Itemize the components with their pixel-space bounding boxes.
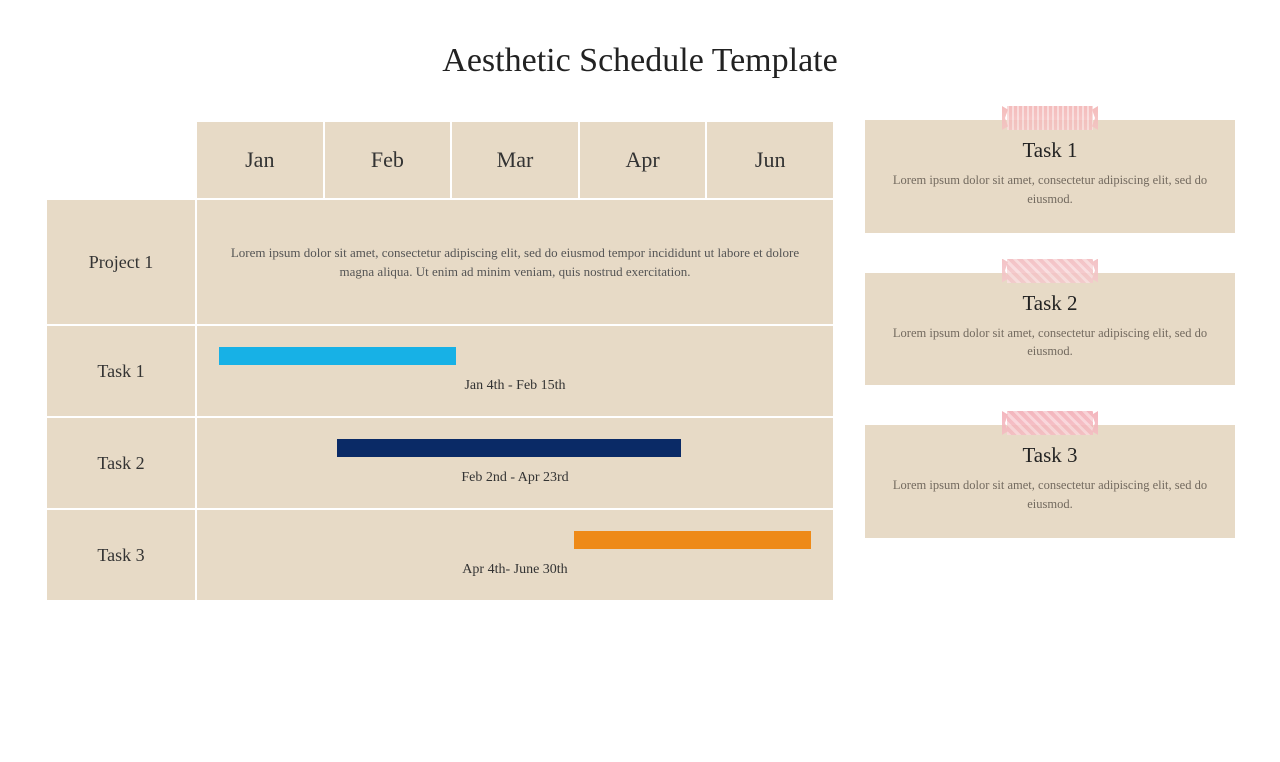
task-1-range: Jan 4th - Feb 15th: [464, 375, 565, 396]
card-task-1: Task 1 Lorem ipsum dolor sit amet, conse…: [865, 120, 1235, 233]
page-title: Aesthetic Schedule Template: [0, 42, 1280, 80]
card-1-title: Task 1: [889, 138, 1211, 163]
task-3-bar: [574, 531, 811, 549]
row-task-3: Task 3 Apr 4th- June 30th: [46, 509, 834, 601]
header-blank: [46, 121, 196, 199]
card-3-title: Task 3: [889, 443, 1211, 468]
layout: Jan Feb Mar Apr Jun Project 1 Lorem ipsu…: [0, 80, 1280, 602]
task-3-barwrap: Apr 4th- June 30th: [219, 528, 811, 582]
month-jan: Jan: [196, 121, 324, 199]
card-3-body: Lorem ipsum dolor sit amet, consectetur …: [889, 476, 1211, 514]
card-2-title: Task 2: [889, 291, 1211, 316]
schedule-panel: Jan Feb Mar Apr Jun Project 1 Lorem ipsu…: [45, 120, 835, 602]
row-label-task-1: Task 1: [46, 325, 196, 417]
card-task-2: Task 2 Lorem ipsum dolor sit amet, conse…: [865, 273, 1235, 386]
month-feb: Feb: [324, 121, 452, 199]
row-label-project-1: Project 1: [46, 199, 196, 325]
task-3-range: Apr 4th- June 30th: [462, 559, 567, 580]
task-3-cell: Apr 4th- June 30th: [196, 509, 834, 601]
row-label-task-2: Task 2: [46, 417, 196, 509]
card-2-body: Lorem ipsum dolor sit amet, consectetur …: [889, 324, 1211, 362]
row-label-task-3: Task 3: [46, 509, 196, 601]
task-1-barwrap: Jan 4th - Feb 15th: [219, 344, 811, 398]
task-2-bar: [337, 439, 680, 457]
month-jun: Jun: [706, 121, 834, 199]
cards-panel: Task 1 Lorem ipsum dolor sit amet, conse…: [865, 120, 1235, 602]
tape-icon: [1007, 106, 1093, 130]
task-1-cell: Jan 4th - Feb 15th: [196, 325, 834, 417]
task-1-bar: [219, 347, 456, 365]
row-task-1: Task 1 Jan 4th - Feb 15th: [46, 325, 834, 417]
header-row: Jan Feb Mar Apr Jun: [46, 121, 834, 199]
tape-icon: [1007, 259, 1093, 283]
row-project-1: Project 1 Lorem ipsum dolor sit amet, co…: [46, 199, 834, 325]
month-apr: Apr: [579, 121, 707, 199]
task-2-range: Feb 2nd - Apr 23rd: [461, 467, 568, 488]
schedule-table: Jan Feb Mar Apr Jun Project 1 Lorem ipsu…: [45, 120, 835, 602]
row-task-2: Task 2 Feb 2nd - Apr 23rd: [46, 417, 834, 509]
card-task-3: Task 3 Lorem ipsum dolor sit amet, conse…: [865, 425, 1235, 538]
task-2-cell: Feb 2nd - Apr 23rd: [196, 417, 834, 509]
tape-icon: [1007, 411, 1093, 435]
month-mar: Mar: [451, 121, 579, 199]
card-1-body: Lorem ipsum dolor sit amet, consectetur …: [889, 171, 1211, 209]
task-2-barwrap: Feb 2nd - Apr 23rd: [219, 436, 811, 490]
project-1-description: Lorem ipsum dolor sit amet, consectetur …: [196, 199, 834, 325]
